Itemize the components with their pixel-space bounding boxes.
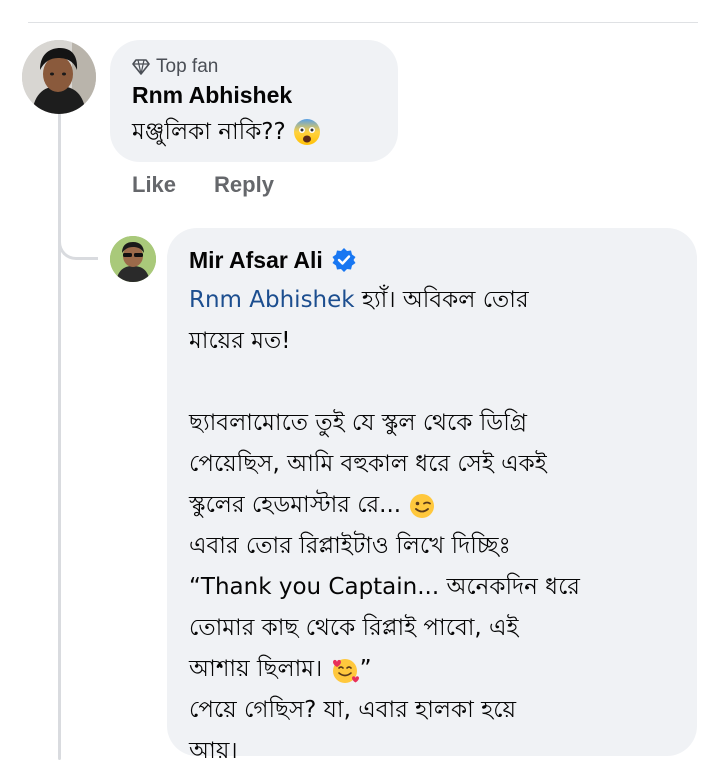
top-fan-label: Top fan [156, 56, 219, 77]
comment-bubble: Top fan Rnm Abhishek মঞ্জুলিকা নাকি?? [110, 40, 398, 162]
reply-author-name[interactable]: Mir Afsar Ali [189, 243, 323, 277]
comment-actions: Like Reply [132, 172, 274, 198]
top-fan-badge: Top fan [132, 56, 376, 78]
comment-author-name[interactable]: Rnm Abhishek [132, 78, 376, 112]
comment-text: মঞ্জুলিকা নাকি?? [132, 112, 376, 152]
reply-line: Rnm Abhishek হ্যাঁ। অবিকল তোর [189, 287, 529, 313]
reply-line: তোমার কাছ থেকে রিপ্লাই পাবো, এই [189, 615, 519, 641]
avatar-photo-icon [110, 236, 156, 282]
reply-button[interactable]: Reply [214, 172, 274, 198]
reply-line: পেয়েছিস, আমি বহুকাল ধরে সেই একই [189, 451, 547, 477]
reply-line: “Thank you Captain... অনেকদিন ধরে [189, 574, 580, 600]
avatar-photo-icon [22, 40, 96, 114]
avatar[interactable] [22, 40, 96, 114]
reply-line: ছ্যাবলামোতে তুই যে স্কুল থেকে ডিগ্রি [189, 410, 528, 436]
winking-face-emoji-icon [410, 493, 435, 518]
reply-line: মায়ের মত! [189, 328, 291, 354]
reply-line: স্কুলের হেডমাস্টার রে... [189, 485, 675, 526]
comment-text-content: মঞ্জুলিকা নাকি?? [132, 119, 286, 145]
smiling-face-with-hearts-emoji-icon [332, 658, 359, 683]
mention-link[interactable]: Rnm Abhishek [189, 287, 355, 313]
diamond-icon [132, 59, 150, 75]
like-button[interactable]: Like [132, 172, 176, 198]
top-divider [28, 22, 698, 23]
reply-line: আয়। [189, 738, 238, 764]
fearful-face-emoji-icon [293, 119, 320, 145]
reply-line: পেয়ে গেছিস? যা, এবার হালকা হয়ে [189, 697, 516, 723]
reply-header: Mir Afsar Ali [189, 240, 675, 280]
reply-avatar[interactable] [110, 236, 156, 282]
reply-line: আশায় ছিলাম। ” [189, 656, 372, 683]
reply-text: Rnm Abhishek হ্যাঁ। অবিকল তোর মায়ের মত!… [189, 280, 675, 772]
reply-line: এবার তোর রিপ্লাইটাও লিখে দিচ্ছিঃ [189, 533, 511, 559]
reply-bubble: Mir Afsar Ali Rnm Abhishek হ্যাঁ। অবিকল … [167, 228, 697, 764]
verified-badge-icon [332, 248, 356, 272]
thread-connector-elbow [58, 200, 98, 260]
